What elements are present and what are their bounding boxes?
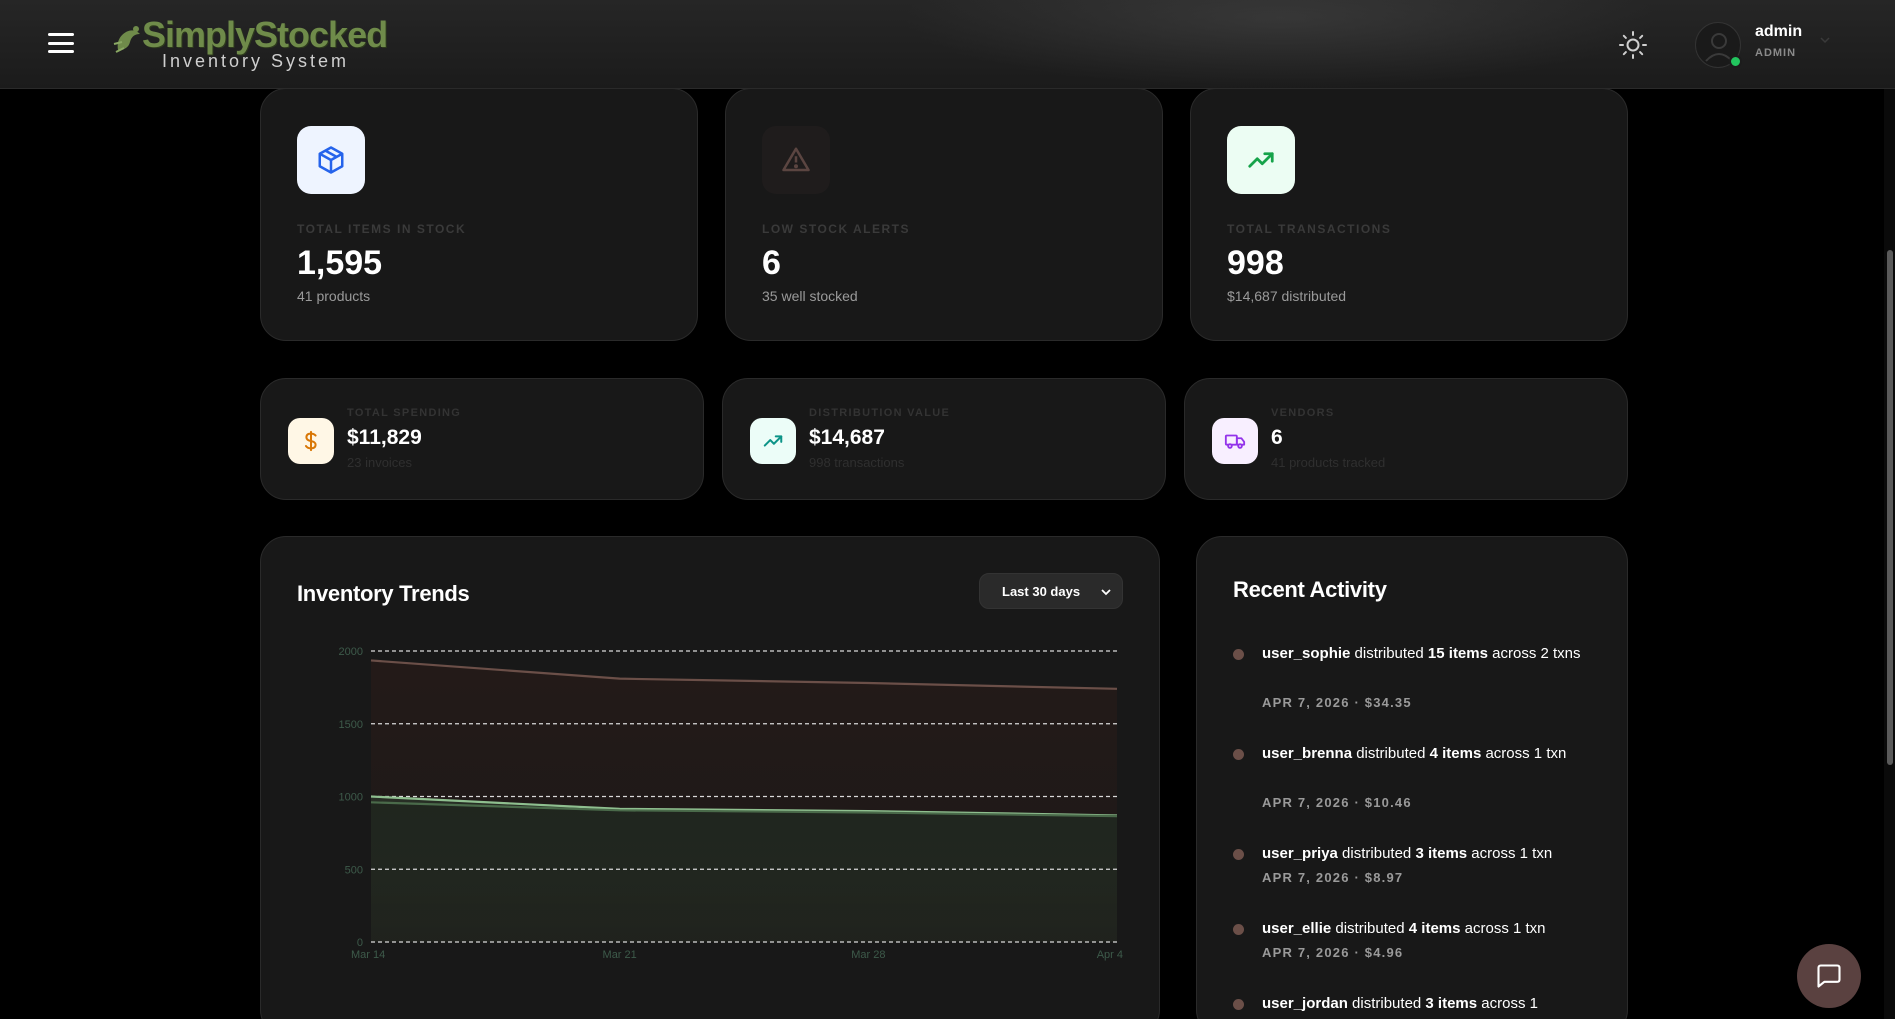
activity-qty: 3 items — [1415, 845, 1468, 862]
stat-sub: 41 products — [297, 288, 371, 304]
stat-value: 6 — [1271, 426, 1283, 449]
truck-icon — [1212, 418, 1258, 464]
activity-qty: 3 items — [1425, 995, 1478, 1012]
stat-value: $14,687 — [809, 426, 885, 449]
activity-meta: APR 7, 2026 · $34.35 — [1262, 695, 1412, 710]
activity-dot — [1233, 999, 1244, 1010]
activity-qty: 15 items — [1427, 645, 1488, 662]
user-menu[interactable]: admin ADMIN — [1695, 20, 1835, 70]
box-icon — [297, 126, 365, 194]
user-name: admin — [1755, 23, 1803, 40]
stat-sub: 23 invoices — [347, 455, 413, 470]
stat-card-total-items: TOTAL ITEMS IN STOCK 1,595 41 products — [260, 88, 698, 341]
stat-card-distribution-value: DISTRIBUTION VALUE $14,687 998 transacti… — [722, 378, 1166, 500]
stat-label: TOTAL TRANSACTIONS — [1227, 222, 1392, 236]
y-tick-label: 500 — [345, 864, 363, 876]
stat-label: TOTAL ITEMS IN STOCK — [297, 222, 467, 236]
inventory-trends-panel: Inventory Trends Last 30 days 0 500 1000 15… — [260, 536, 1160, 1019]
logo-subtitle: Inventory System — [162, 51, 350, 71]
x-tick-label: Mar 28 — [851, 949, 885, 961]
sun-icon[interactable] — [1618, 30, 1648, 60]
activity-dot — [1233, 924, 1244, 935]
y-tick-label: 1000 — [339, 792, 363, 804]
stat-card-vendors: VENDORS 6 41 products tracked — [1184, 378, 1628, 500]
activity-user: user_sophie — [1262, 645, 1351, 662]
stat-value: 6 — [762, 244, 781, 282]
stat-value: 998 — [1227, 244, 1284, 282]
logo-title: SimplyStocked — [142, 14, 388, 55]
stat-label: TOTAL SPENDING — [347, 407, 462, 419]
chat-icon — [1817, 964, 1841, 988]
hamburger-icon — [48, 33, 74, 36]
app-logo[interactable]: SimplyStocked Inventory System — [112, 14, 388, 74]
recent-activity-title: Recent Activity — [1233, 577, 1387, 602]
activity-user: user_brenna — [1262, 745, 1353, 762]
y-tick-label: 0 — [357, 937, 363, 949]
activity-dot — [1233, 649, 1244, 660]
top-header: SimplyStocked Inventory System admin ADM… — [0, 0, 1895, 89]
stat-sub: 35 well stocked — [762, 288, 858, 304]
dollar-icon — [288, 418, 334, 464]
stat-card-total-transactions: TOTAL TRANSACTIONS 998 $14,687 distribut… — [1190, 88, 1628, 341]
trending-up-icon — [1227, 126, 1295, 194]
activity-meta: APR 7, 2026 · $4.96 — [1262, 945, 1404, 960]
stat-label: VENDORS — [1271, 407, 1335, 419]
logo-mark-icon — [113, 26, 140, 53]
stat-card-total-spending: TOTAL SPENDING $11,829 23 invoices — [260, 378, 704, 500]
stat-sub: $14,687 distributed — [1227, 288, 1347, 304]
menu-button[interactable] — [48, 30, 74, 56]
user-role: ADMIN — [1755, 47, 1797, 59]
stat-sub: 998 transactions — [809, 455, 905, 470]
activity-qty: 4 items — [1429, 745, 1482, 762]
scrollbar-thumb[interactable] — [1887, 250, 1893, 765]
series-area-2 — [371, 802, 1117, 942]
activity-dot — [1233, 849, 1244, 860]
activity-user: user_jordan — [1262, 995, 1348, 1012]
stat-card-low-stock: LOW STOCK ALERTS 6 35 well stocked — [725, 88, 1163, 341]
x-tick-label: Mar 21 — [603, 949, 637, 961]
warning-icon — [762, 126, 830, 194]
stat-value: 1,595 — [297, 244, 383, 282]
stat-label: DISTRIBUTION VALUE — [809, 407, 951, 419]
stat-label: LOW STOCK ALERTS — [762, 222, 910, 236]
y-tick-label: 1500 — [339, 719, 363, 731]
activity-user: user_priya — [1262, 845, 1338, 862]
activity-user: user_ellie — [1262, 920, 1332, 937]
activity-meta: APR 7, 2026 · $8.97 — [1262, 870, 1404, 885]
activity-dot — [1233, 749, 1244, 760]
stat-sub: 41 products tracked — [1271, 455, 1386, 470]
y-tick-label: 2000 — [339, 646, 363, 658]
recent-activity-panel: Recent Activity user_sophie distributed … — [1196, 536, 1628, 1019]
activity-meta: APR 7, 2026 · $10.46 — [1262, 795, 1412, 810]
stat-value: $11,829 — [347, 426, 422, 449]
x-tick-label: Apr 4 — [1097, 949, 1123, 961]
online-status-dot — [1729, 55, 1742, 68]
chevron-down-icon — [1820, 37, 1830, 44]
activity-qty: 4 items — [1408, 920, 1461, 937]
x-tick-label: Mar 14 — [351, 949, 385, 961]
chat-button[interactable] — [1797, 944, 1861, 1008]
trending-up-icon — [750, 418, 796, 464]
inventory-trends-chart: 0 500 1000 1500 2000 Mar 14 Mar 21 Mar 28 Apr 4 — [339, 646, 1123, 961]
